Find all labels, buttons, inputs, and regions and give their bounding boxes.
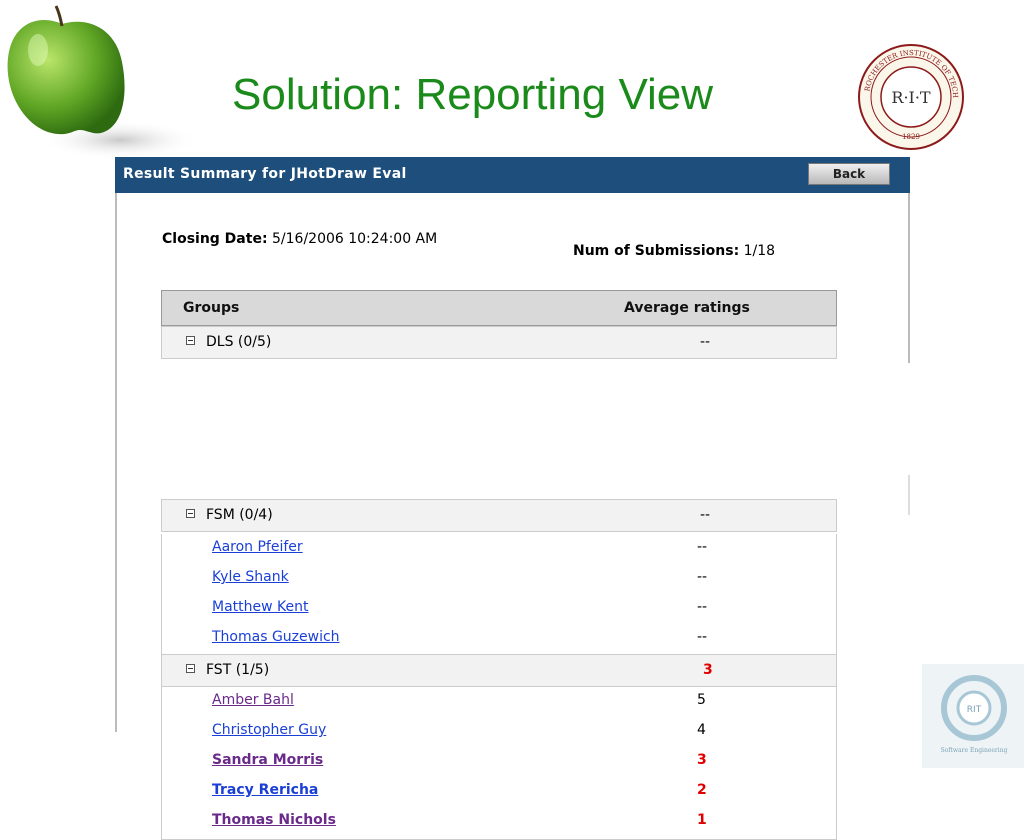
back-button[interactable]: Back <box>808 163 890 185</box>
group-average: -- <box>700 334 711 350</box>
member-rating: 4 <box>697 722 706 738</box>
member-link[interactable]: Christopher Guy <box>212 722 326 738</box>
member-link[interactable]: Amber Bahl <box>212 692 294 708</box>
software-engineering-logo: RIT Software Engineering <box>922 664 1024 768</box>
collapse-icon[interactable] <box>186 336 195 345</box>
member-rating: -- <box>697 539 708 555</box>
fst-members: Amber Bahl 5 Christopher Guy 4 Sandra Mo… <box>161 687 837 840</box>
fsm-members: Aaron Pfeifer -- Kyle Shank -- Matthew K… <box>161 534 837 654</box>
group-average: 3 <box>703 662 713 678</box>
member-rating: 3 <box>697 752 707 768</box>
group-name: FSM (0/4) <box>206 507 273 523</box>
average-ratings-header: Average ratings <box>624 300 750 316</box>
closing-date: Closing Date: 5/16/2006 10:24:00 AM <box>162 231 438 247</box>
member-link[interactable]: Kyle Shank <box>212 569 289 585</box>
collapse-icon[interactable] <box>186 509 195 518</box>
member-link[interactable]: Matthew Kent <box>212 599 308 615</box>
group-average: -- <box>700 507 711 523</box>
table-row: Christopher Guy 4 <box>162 717 838 747</box>
group-name: DLS (0/5) <box>206 334 272 350</box>
member-link[interactable]: Thomas Nichols <box>212 812 336 828</box>
member-link[interactable]: Tracy Rericha <box>212 782 318 798</box>
svg-text:RIT: RIT <box>967 705 982 715</box>
svg-text:Software Engineering: Software Engineering <box>941 747 1008 754</box>
table-row: Kyle Shank -- <box>162 564 838 594</box>
slide-title: Solution: Reporting View <box>232 70 714 119</box>
table-row: Sandra Morris 3 <box>162 747 838 777</box>
table-row: Thomas Nichols 1 <box>162 807 838 837</box>
table-row: Tracy Rericha 2 <box>162 777 838 807</box>
member-link[interactable]: Thomas Guzewich <box>212 629 340 645</box>
result-summary-panel: Result Summary for JHotDraw Eval Back Cl… <box>115 157 910 840</box>
panel-right-border-lower <box>908 475 910 515</box>
panel-header: Result Summary for JHotDraw Eval Back <box>115 157 910 193</box>
panel-right-border <box>908 193 910 363</box>
groups-header: Groups <box>183 300 240 316</box>
member-rating: -- <box>697 569 708 585</box>
table-row: Amber Bahl 5 <box>162 687 838 717</box>
member-link[interactable]: Sandra Morris <box>212 752 323 768</box>
member-rating: -- <box>697 629 708 645</box>
table-header: Groups Average ratings <box>161 290 837 326</box>
member-rating: -- <box>697 599 708 615</box>
num-submissions: Num of Submissions: 1/18 <box>573 243 776 259</box>
member-rating: 1 <box>697 812 707 828</box>
table-row: Thomas Guzewich -- <box>162 624 838 654</box>
group-row-dls[interactable]: DLS (0/5) -- <box>161 326 837 359</box>
member-rating: 5 <box>697 692 706 708</box>
apple-image <box>7 5 200 160</box>
panel-left-border <box>115 193 117 732</box>
member-rating: 2 <box>697 782 707 798</box>
panel-title: Result Summary for JHotDraw Eval <box>123 166 407 182</box>
group-name: FST (1/5) <box>206 662 270 678</box>
svg-text:1829: 1829 <box>902 133 920 141</box>
group-row-fst[interactable]: FST (1/5) 3 <box>161 654 837 687</box>
collapse-icon[interactable] <box>186 664 195 673</box>
member-link[interactable]: Aaron Pfeifer <box>212 539 303 555</box>
table-row: Matthew Kent -- <box>162 594 838 624</box>
svg-text:R·I·T: R·I·T <box>891 88 931 107</box>
rit-seal-logo: ROCHESTER INSTITUTE OF TECHNOLOGY R·I·T … <box>852 42 964 150</box>
table-row: Aaron Pfeifer -- <box>162 534 838 564</box>
group-row-fsm[interactable]: FSM (0/4) -- <box>161 499 837 532</box>
